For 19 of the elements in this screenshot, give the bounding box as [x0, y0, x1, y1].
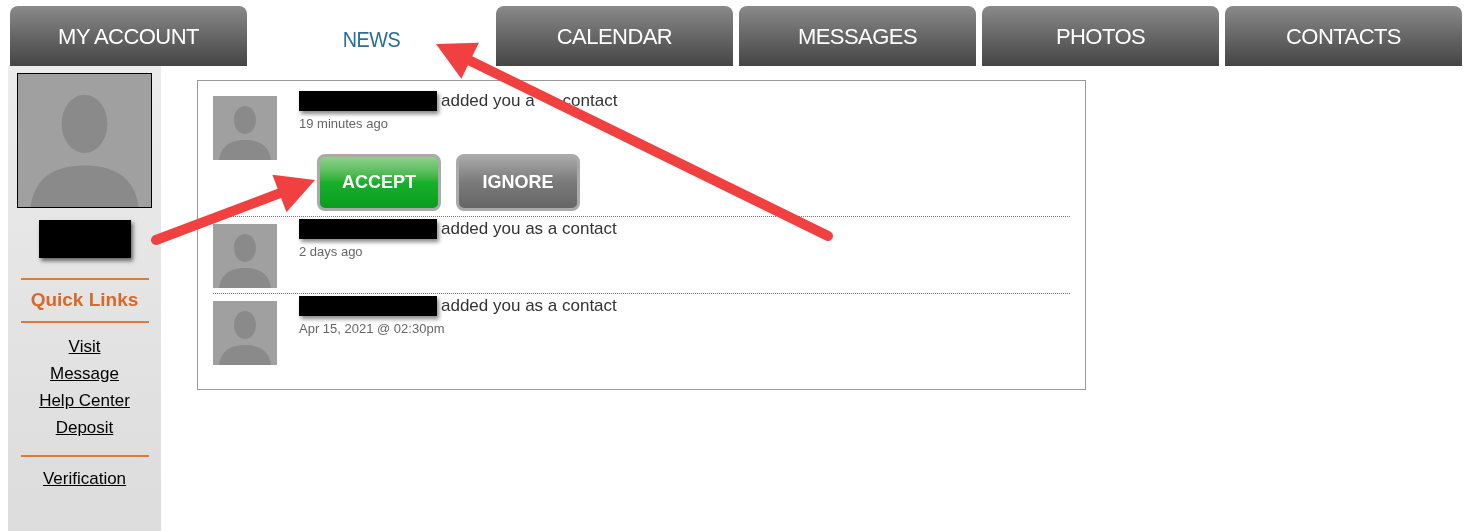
sidebar-link[interactable]: Help Center	[39, 386, 130, 414]
sidebar-link[interactable]: Visit	[68, 332, 101, 360]
section-heading: Quick Links	[30, 288, 139, 312]
sidebar-link[interactable]: Verification	[42, 464, 127, 492]
tab[interactable]: CALENDAR	[496, 6, 733, 66]
tab[interactable]: CONTACTS	[1225, 6, 1462, 66]
ignore-button[interactable]: IGNORE	[456, 154, 580, 211]
news-text: added you a	[441, 90, 535, 112]
sidebar-link[interactable]: Deposit	[55, 413, 114, 441]
news-time: 2 days ago	[299, 242, 364, 261]
tab[interactable]: MESSAGES	[739, 6, 976, 66]
tab[interactable]: PHOTOS	[982, 6, 1219, 66]
tab[interactable]: MY ACCOUNT	[10, 6, 247, 66]
news-time: Apr 15, 2021 @ 02:30pm	[299, 319, 446, 338]
sidebar-link[interactable]: Message	[50, 359, 119, 387]
news-time: 19 minutes ago	[299, 114, 389, 133]
news-text: added you as a contact	[441, 295, 617, 317]
news-text: added you as a contact	[441, 218, 617, 240]
avatar-icon	[17, 73, 152, 208]
